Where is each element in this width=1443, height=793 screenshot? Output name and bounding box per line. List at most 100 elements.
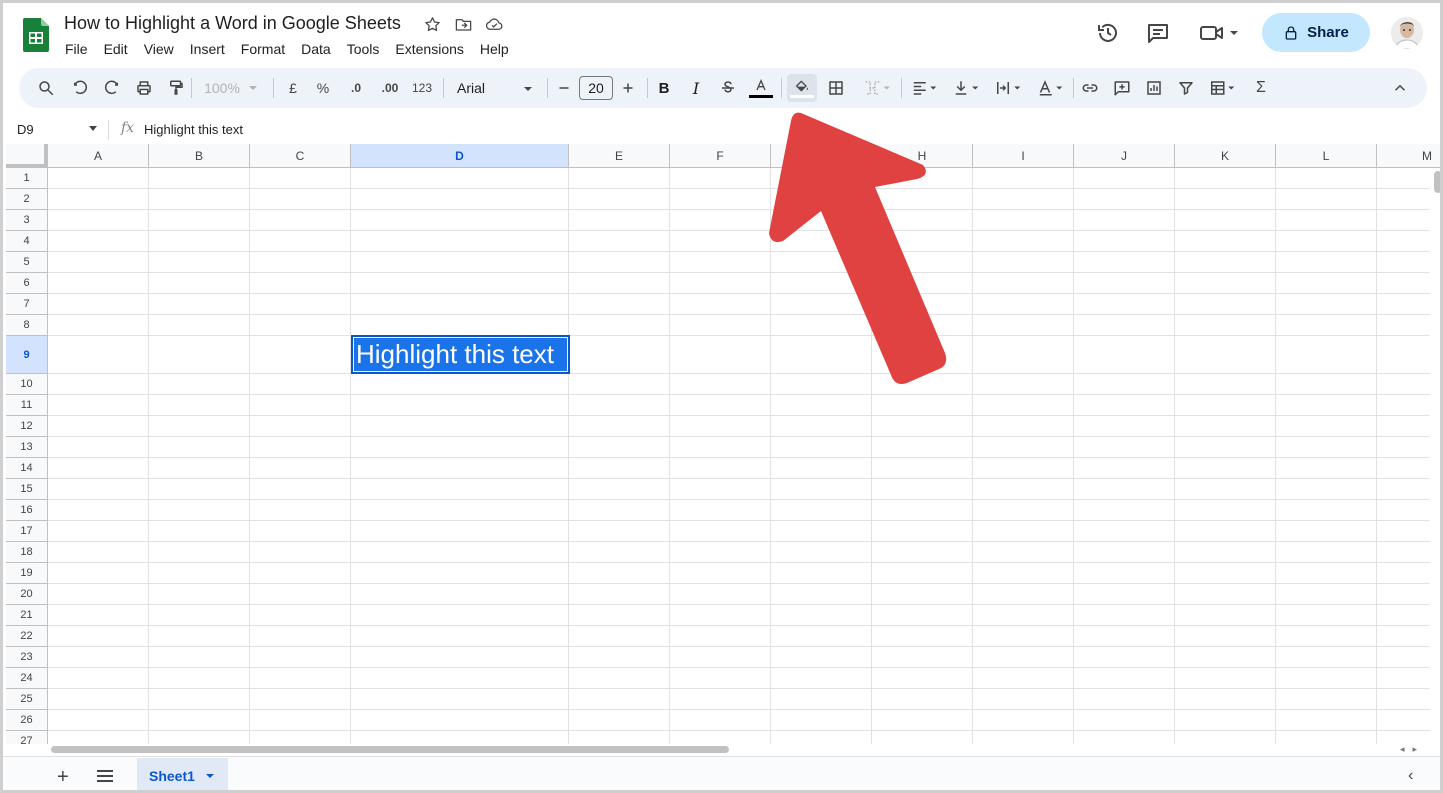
menu-tools[interactable]: Tools bbox=[347, 41, 380, 57]
column-header-k[interactable]: K bbox=[1175, 144, 1276, 168]
row-header-13[interactable]: 13 bbox=[6, 437, 48, 458]
create-filter-button[interactable] bbox=[1175, 76, 1197, 100]
collapse-toolbar-button[interactable] bbox=[1389, 76, 1411, 100]
row-header-4[interactable]: 4 bbox=[6, 231, 48, 252]
menu-extensions[interactable]: Extensions bbox=[395, 41, 463, 57]
row-header-12[interactable]: 12 bbox=[6, 416, 48, 437]
horizontal-scroll-thumb[interactable] bbox=[51, 746, 729, 753]
menu-insert[interactable]: Insert bbox=[190, 41, 225, 57]
strikethrough-button[interactable] bbox=[717, 76, 739, 100]
search-menus-button[interactable] bbox=[35, 76, 57, 100]
row-header-16[interactable]: 16 bbox=[6, 500, 48, 521]
row-header-18[interactable]: 18 bbox=[6, 542, 48, 563]
select-all-corner[interactable] bbox=[6, 144, 48, 168]
add-sheet-button[interactable]: + bbox=[57, 766, 69, 789]
row-header-20[interactable]: 20 bbox=[6, 584, 48, 605]
share-button[interactable]: Share bbox=[1262, 13, 1370, 52]
spreadsheet-grid[interactable]: ABCDEFGHIJKLM123456789101112131415161718… bbox=[3, 144, 1440, 744]
sheets-logo-icon[interactable] bbox=[23, 18, 49, 52]
borders-button[interactable] bbox=[825, 76, 847, 100]
insert-chart-button[interactable] bbox=[1143, 76, 1165, 100]
row-header-15[interactable]: 15 bbox=[6, 479, 48, 500]
name-box[interactable]: D9 bbox=[17, 122, 34, 137]
menu-help[interactable]: Help bbox=[480, 41, 509, 57]
row-header-24[interactable]: 24 bbox=[6, 668, 48, 689]
font-chevron-down-icon[interactable] bbox=[523, 84, 533, 94]
row-header-10[interactable]: 10 bbox=[6, 374, 48, 395]
cloud-icon[interactable] bbox=[485, 15, 504, 34]
percent-format-button[interactable]: % bbox=[313, 76, 333, 100]
column-header-j[interactable]: J bbox=[1074, 144, 1175, 168]
row-header-11[interactable]: 11 bbox=[6, 395, 48, 416]
formula-input[interactable]: Highlight this text bbox=[144, 122, 243, 137]
meet-icon[interactable] bbox=[1199, 21, 1239, 45]
row-header-17[interactable]: 17 bbox=[6, 521, 48, 542]
row-header-1[interactable]: 1 bbox=[6, 168, 48, 189]
menu-data[interactable]: Data bbox=[301, 41, 331, 57]
history-icon[interactable] bbox=[1096, 21, 1120, 45]
row-header-25[interactable]: 25 bbox=[6, 689, 48, 710]
menu-view[interactable]: View bbox=[144, 41, 174, 57]
selected-cell-d9[interactable]: Highlight this text bbox=[351, 335, 570, 374]
column-header-f[interactable]: F bbox=[670, 144, 771, 168]
column-header-m[interactable]: M bbox=[1377, 144, 1440, 168]
bold-button[interactable]: B bbox=[655, 76, 673, 100]
undo-button[interactable] bbox=[69, 76, 91, 100]
vertical-align-button[interactable] bbox=[949, 76, 985, 100]
insert-link-button[interactable] bbox=[1079, 76, 1101, 100]
decrease-decimal-button[interactable]: .0 bbox=[343, 76, 369, 100]
number-format-button[interactable]: 123 bbox=[409, 76, 435, 100]
avatar[interactable] bbox=[1391, 17, 1423, 49]
row-header-27[interactable]: 27 bbox=[6, 731, 48, 744]
row-header-26[interactable]: 26 bbox=[6, 710, 48, 731]
sheet-tab-sheet1[interactable]: Sheet1 bbox=[137, 758, 228, 790]
collapse-side-panel-icon[interactable]: ‹ bbox=[1408, 767, 1413, 785]
row-header-8[interactable]: 8 bbox=[6, 315, 48, 336]
move-icon[interactable] bbox=[454, 15, 473, 34]
functions-button[interactable]: Σ bbox=[1251, 76, 1271, 100]
column-header-i[interactable]: I bbox=[973, 144, 1074, 168]
row-header-6[interactable]: 6 bbox=[6, 273, 48, 294]
font-size-decrease-button[interactable] bbox=[555, 76, 573, 100]
column-header-d[interactable]: D bbox=[351, 144, 569, 168]
italic-button[interactable]: I bbox=[687, 76, 705, 100]
paint-format-button[interactable] bbox=[165, 76, 187, 100]
all-sheets-icon[interactable] bbox=[97, 770, 113, 782]
row-header-19[interactable]: 19 bbox=[6, 563, 48, 584]
doc-title[interactable]: How to Highlight a Word in Google Sheets bbox=[64, 13, 401, 34]
increase-decimal-button[interactable]: .00 bbox=[375, 76, 405, 100]
text-rotation-button[interactable] bbox=[1033, 76, 1069, 100]
currency-format-button[interactable]: £ bbox=[283, 76, 303, 100]
column-header-e[interactable]: E bbox=[569, 144, 670, 168]
menu-format[interactable]: Format bbox=[241, 41, 285, 57]
column-header-b[interactable]: B bbox=[149, 144, 250, 168]
print-button[interactable] bbox=[133, 76, 155, 100]
merge-cells-button[interactable] bbox=[857, 76, 897, 100]
table-button[interactable] bbox=[1205, 76, 1241, 100]
horizontal-align-button[interactable] bbox=[907, 76, 943, 100]
column-header-l[interactable]: L bbox=[1276, 144, 1377, 168]
font-size-increase-button[interactable] bbox=[619, 76, 637, 100]
menu-edit[interactable]: Edit bbox=[104, 41, 128, 57]
vertical-scroll-thumb[interactable] bbox=[1434, 171, 1440, 193]
text-color-button[interactable] bbox=[747, 76, 775, 100]
chevron-down-icon[interactable] bbox=[205, 771, 215, 781]
fill-color-button[interactable] bbox=[787, 74, 817, 102]
row-header-5[interactable]: 5 bbox=[6, 252, 48, 273]
redo-button[interactable] bbox=[101, 76, 123, 100]
comments-icon[interactable] bbox=[1146, 21, 1170, 45]
row-header-2[interactable]: 2 bbox=[6, 189, 48, 210]
row-header-22[interactable]: 22 bbox=[6, 626, 48, 647]
row-header-3[interactable]: 3 bbox=[6, 210, 48, 231]
column-header-a[interactable]: A bbox=[48, 144, 149, 168]
font-size-input[interactable]: 20 bbox=[579, 76, 613, 100]
row-header-21[interactable]: 21 bbox=[6, 605, 48, 626]
name-box-chevron-icon[interactable] bbox=[89, 126, 97, 131]
row-header-7[interactable]: 7 bbox=[6, 294, 48, 315]
column-header-c[interactable]: C bbox=[250, 144, 351, 168]
menu-file[interactable]: File bbox=[65, 41, 88, 57]
zoom-select[interactable]: 100% bbox=[199, 76, 263, 100]
insert-comment-button[interactable] bbox=[1111, 76, 1133, 100]
row-header-9[interactable]: 9 bbox=[6, 336, 48, 374]
row-header-14[interactable]: 14 bbox=[6, 458, 48, 479]
